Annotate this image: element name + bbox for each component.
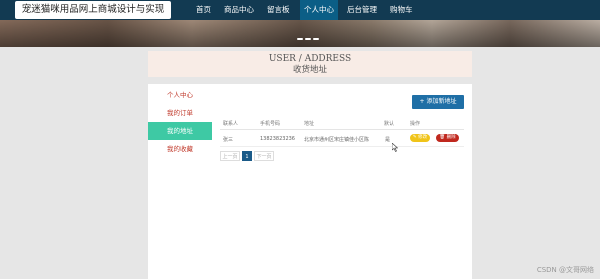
cell-phone: 13823823236: [260, 136, 295, 142]
table-header: 联系人 手机号码 地址 默认 操作: [220, 116, 464, 130]
watermark: CSDN @文哥网络: [536, 266, 594, 274]
prev-page-button[interactable]: 上一页: [220, 151, 240, 161]
nav-message-board[interactable]: 留言板: [267, 0, 290, 20]
add-address-button[interactable]: + 添加新地址: [412, 95, 464, 109]
carousel-dot[interactable]: [305, 38, 311, 40]
nav-products[interactable]: 商品中心: [224, 0, 254, 20]
page-1-button[interactable]: 1: [242, 151, 252, 161]
nav-user-center[interactable]: 个人中心: [300, 0, 338, 20]
mouse-cursor-icon: [391, 142, 399, 154]
nav-admin[interactable]: 后台管理: [347, 0, 377, 20]
delete-button[interactable]: 🗑 删除: [436, 134, 459, 142]
section-title-cn: 收货地址: [292, 65, 327, 75]
cell-address: 北京市通州区宋庄镇佳小区陈: [304, 137, 370, 143]
sidebar-item-user-center[interactable]: 个人中心: [148, 86, 212, 104]
col-address: 地址: [304, 121, 315, 127]
top-navbar: 宠迷猫咪用品网上商城设计与实现 首页 商品中心 留言板 个人中心 后台管理 购物…: [0, 0, 600, 20]
next-page-button[interactable]: 下一页: [254, 151, 274, 161]
edit-button[interactable]: ✎ 修改: [410, 134, 430, 142]
user-sidebar: 个人中心 我的订单 我的地址 我的收藏: [148, 86, 212, 158]
table-row: 张三 13823823236 北京市通州区宋庄镇佳小区陈 是 ✎ 修改 🗑 删除: [220, 130, 464, 147]
carousel-dot[interactable]: [297, 38, 303, 40]
banner-shade: [0, 20, 600, 47]
section-title-en: USER / ADDRESS: [268, 54, 352, 64]
section-heading: USER / ADDRESS 收货地址: [148, 51, 472, 77]
sidebar-item-my-address[interactable]: 我的地址: [148, 122, 212, 140]
banner-image: [0, 20, 600, 47]
nav-home[interactable]: 首页: [196, 0, 211, 20]
nav-cart[interactable]: 购物车: [390, 0, 413, 20]
sidebar-item-my-favorites[interactable]: 我的收藏: [148, 140, 212, 158]
cell-contact: 张三: [223, 137, 234, 143]
site-title[interactable]: 宠迷猫咪用品网上商城设计与实现: [15, 1, 171, 19]
content-panel: 个人中心 我的订单 我的地址 我的收藏 + 添加新地址 联系人 手机号码 地址 …: [148, 84, 472, 279]
col-phone: 手机号码: [260, 121, 281, 127]
sidebar-item-my-orders[interactable]: 我的订单: [148, 104, 212, 122]
col-default: 默认: [384, 121, 395, 127]
col-contact: 联系人: [223, 121, 239, 127]
carousel-dot[interactable]: [313, 38, 319, 40]
address-table: 联系人 手机号码 地址 默认 操作 张三 13823823236 北京市通州区宋…: [220, 116, 464, 147]
cell-default: 是: [385, 137, 391, 143]
col-actions: 操作: [410, 121, 421, 127]
